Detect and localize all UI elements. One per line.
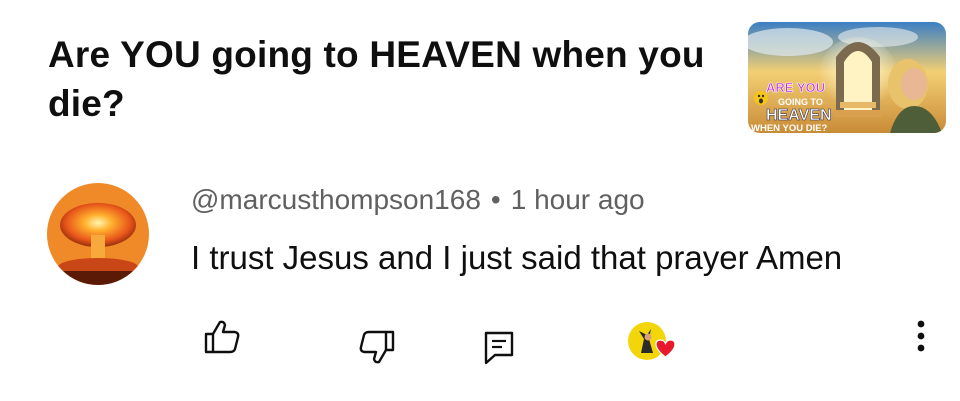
more-vertical-icon: [917, 320, 925, 352]
comment-time: 1 hour ago: [510, 184, 645, 215]
comment-header: @marcusthompson168 • 1 hour ago: [191, 184, 645, 216]
reply-button[interactable]: [482, 330, 516, 366]
comment-text: I trust Jesus and I just said that praye…: [191, 239, 843, 276]
separator-dot: •: [490, 184, 501, 215]
thumb-line-1: ARE YOU: [766, 80, 825, 95]
thumbs-up-icon: [204, 320, 240, 354]
thumb-line-4: WHEN YOU DIE?: [751, 123, 828, 133]
like-button[interactable]: [203, 319, 241, 355]
thumbs-down-icon: [359, 330, 395, 364]
comment-author[interactable]: @marcusthompson168: [191, 184, 481, 215]
dislike-button[interactable]: [358, 329, 396, 365]
creator-heart-badge: [627, 321, 683, 367]
more-options-button[interactable]: [906, 318, 936, 358]
video-thumbnail[interactable]: ARE YOU GOING TO HEAVEN WHEN YOU DIE?: [748, 22, 946, 133]
creator-heart-icon: [628, 322, 676, 360]
thumb-line-3: HEAVEN: [766, 107, 832, 124]
reply-icon: [484, 331, 514, 365]
commenter-avatar[interactable]: [47, 183, 149, 285]
thumb-line-2: GOING TO: [778, 97, 823, 107]
video-title[interactable]: Are YOU going to HEAVEN when you die?: [48, 30, 708, 128]
